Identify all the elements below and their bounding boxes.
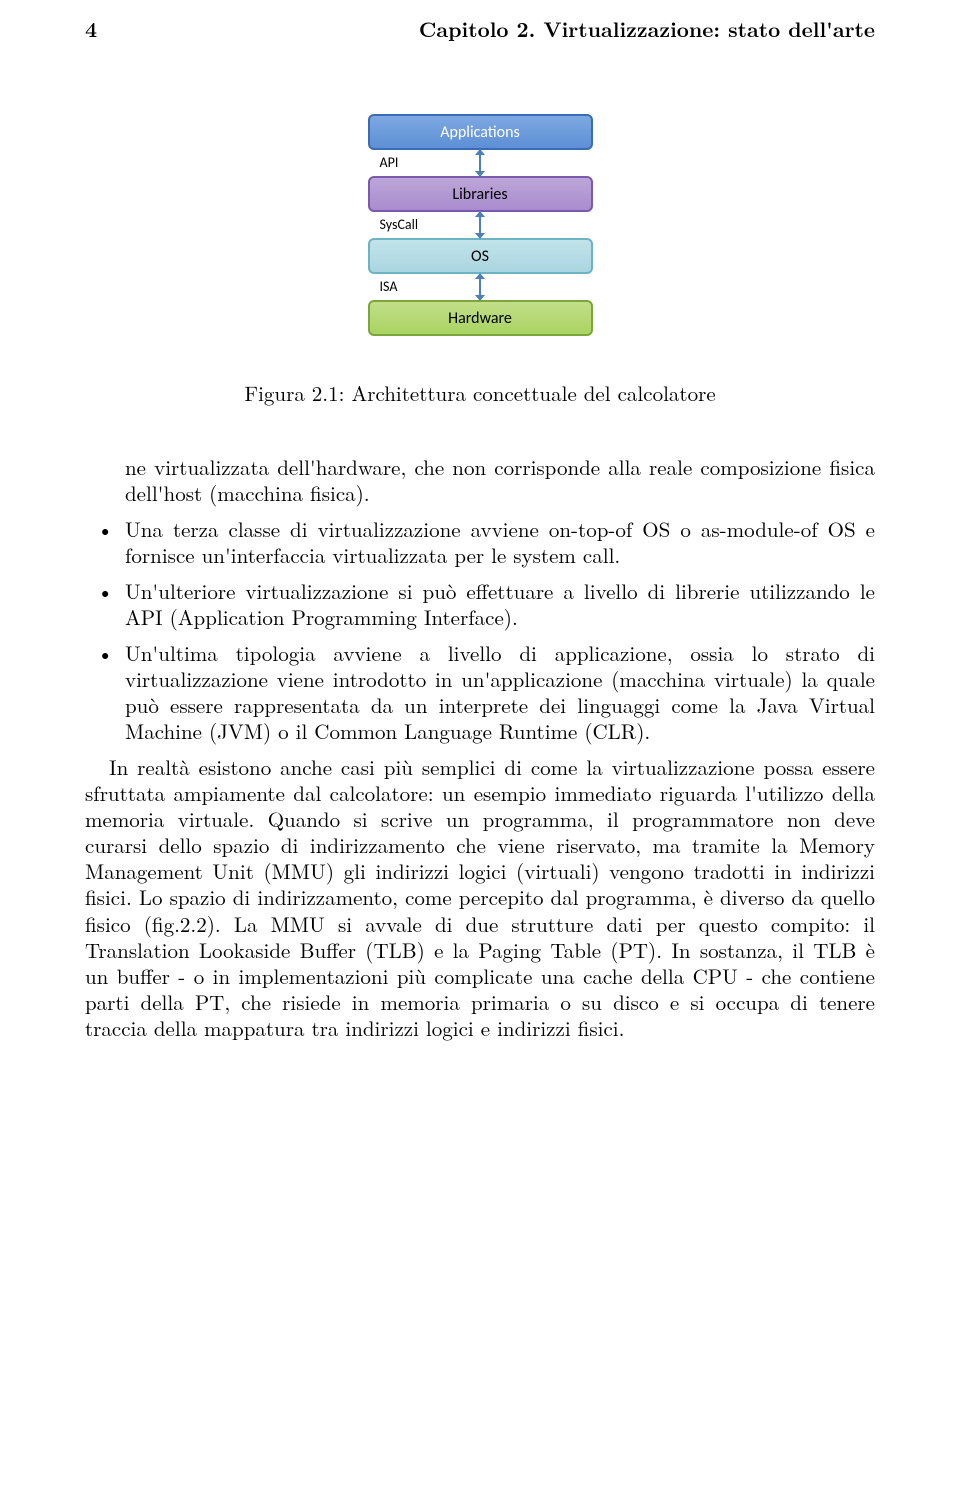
page: 4 Capitolo 2. Virtualizzazione: stato de… [0,0,960,1501]
connector-label-api: API [380,154,399,171]
box-libraries: Libraries [368,176,593,212]
box-os: OS [368,238,593,274]
box-hardware: Hardware [368,300,593,336]
figure-caption: Figura 2.1: Architettura concettuale del… [85,378,875,408]
connector-syscall: SysCall [368,212,593,238]
paragraph: In realtà esistono anche casi più sempli… [85,754,875,1040]
connector-isa: ISA [368,274,593,300]
box-applications: Applications [368,114,593,150]
bullet-item: Un'ulteriore virtualizzazione si può eff… [113,578,875,630]
connector-label-syscall: SysCall [380,216,419,233]
page-number: 4 [85,14,97,44]
connector-api: API [368,150,593,176]
bullet-list: Una terza classe di virtualizzazione avv… [85,516,875,744]
bullet-item: Un'ultima tipologia avviene a livello di… [113,640,875,744]
bullet-item: Una terza classe di virtualizzazione avv… [113,516,875,568]
body-text: ne virtualizzata dell'hardware, che non … [85,454,875,1041]
connector-label-isa: ISA [380,278,398,295]
intro-fragment: ne virtualizzata dell'hardware, che non … [125,454,875,506]
figure-stack-diagram: Applications API Libraries SysCall OS IS… [85,114,875,336]
chapter-title: Capitolo 2. Virtualizzazione: stato dell… [419,14,875,44]
running-head: 4 Capitolo 2. Virtualizzazione: stato de… [85,14,875,44]
